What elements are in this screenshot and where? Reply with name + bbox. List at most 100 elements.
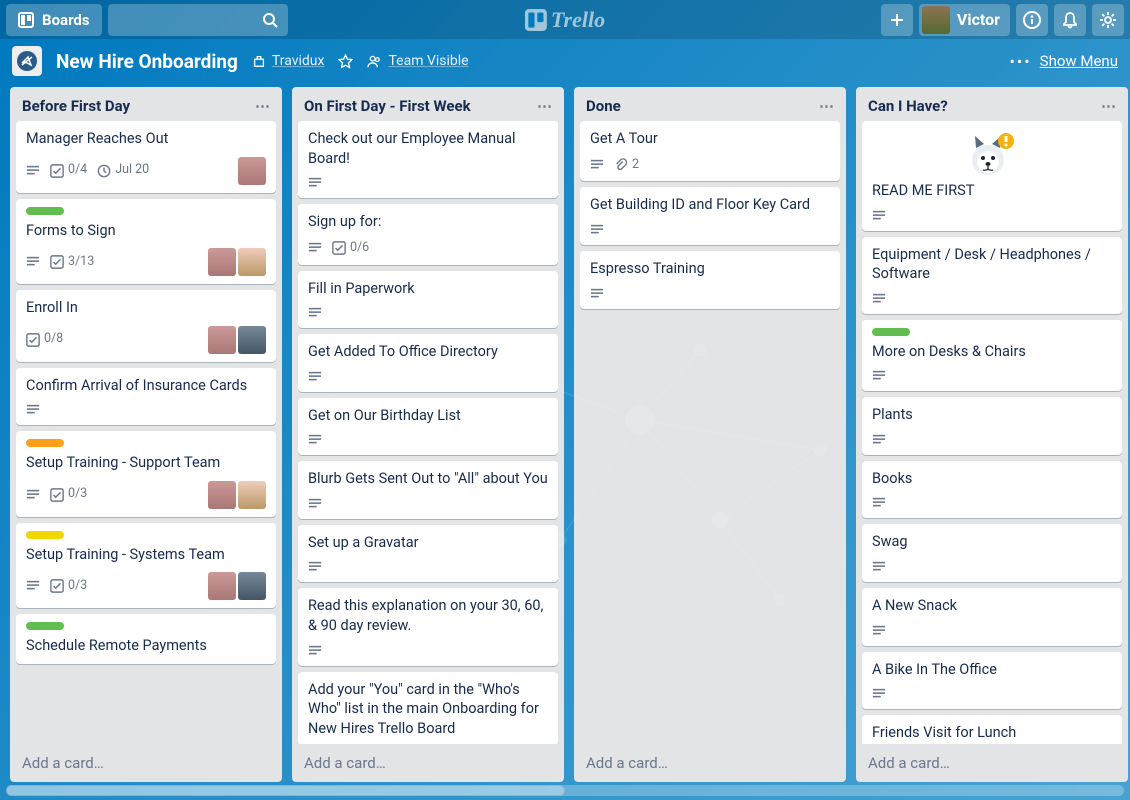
visibility-button[interactable]: Team Visible bbox=[367, 53, 468, 69]
card[interactable]: Set up a Gravatar bbox=[298, 525, 558, 583]
card[interactable]: Read this explanation on your 30, 60, & … bbox=[298, 588, 558, 665]
card-title: Confirm Arrival of Insurance Cards bbox=[26, 376, 266, 396]
card[interactable]: Check out our Employee Manual Board! bbox=[298, 121, 558, 198]
card[interactable]: Swag bbox=[862, 524, 1122, 582]
list-title[interactable]: On First Day - First Week bbox=[304, 97, 471, 115]
show-menu-link[interactable]: Show Menu bbox=[1040, 52, 1118, 70]
card[interactable]: Equipment / Desk / Headphones / Software bbox=[862, 237, 1122, 314]
label-yellow[interactable] bbox=[26, 531, 64, 539]
description-badge bbox=[872, 369, 886, 383]
member-avatar[interactable] bbox=[238, 481, 266, 509]
description-badge bbox=[872, 496, 886, 510]
member-avatar[interactable] bbox=[238, 326, 266, 354]
board-canvas: Before First Day ⋯ Manager Reaches Out0/4J… bbox=[0, 83, 1130, 788]
card[interactable]: Manager Reaches Out0/4Jul 20 bbox=[16, 121, 276, 193]
card[interactable]: Get Added To Office Directory bbox=[298, 334, 558, 392]
search-input[interactable] bbox=[108, 4, 288, 36]
gear-icon bbox=[1099, 11, 1117, 29]
member-avatar[interactable] bbox=[238, 157, 266, 185]
card-title: Schedule Remote Payments bbox=[26, 636, 266, 656]
settings-button[interactable] bbox=[1092, 4, 1124, 36]
user-menu[interactable]: Victor bbox=[919, 4, 1010, 36]
boards-button[interactable]: Boards bbox=[6, 4, 102, 36]
description-badge bbox=[308, 306, 322, 320]
card[interactable]: Confirm Arrival of Insurance Cards bbox=[16, 368, 276, 426]
card[interactable]: Get Building ID and Floor Key Card bbox=[580, 187, 840, 245]
card-title: Books bbox=[872, 469, 1112, 489]
card[interactable]: A Bike In The Office bbox=[862, 652, 1122, 710]
list-title[interactable]: Can I Have? bbox=[868, 97, 948, 115]
list: Can I Have? ⋯ READ ME FIRSTEquipment / Des… bbox=[856, 87, 1128, 782]
card-title: A New Snack bbox=[872, 596, 1112, 616]
card-cover bbox=[872, 129, 1112, 181]
member-avatar[interactable] bbox=[208, 572, 236, 600]
attachment-badge: 2 bbox=[614, 157, 639, 174]
card[interactable]: Fill in Paperwork bbox=[298, 271, 558, 329]
board-title[interactable]: New Hire Onboarding bbox=[56, 50, 238, 73]
card[interactable]: Add your "You" card in the "Who's Who" l… bbox=[298, 672, 558, 745]
list-menu[interactable]: ⋯ bbox=[255, 97, 270, 115]
list-menu[interactable]: ⋯ bbox=[537, 97, 552, 115]
trello-logo[interactable]: Trello bbox=[525, 7, 605, 33]
horizontal-scrollbar[interactable] bbox=[6, 785, 1124, 796]
card[interactable]: Get on Our Birthday List bbox=[298, 398, 558, 456]
notifications-button[interactable] bbox=[1054, 4, 1086, 36]
description-badge bbox=[308, 241, 322, 255]
card[interactable]: Plants bbox=[862, 397, 1122, 455]
member-avatar[interactable] bbox=[208, 481, 236, 509]
list-title[interactable]: Done bbox=[586, 97, 621, 115]
logo-text: Trello bbox=[551, 7, 605, 33]
description-badge bbox=[308, 644, 322, 658]
card[interactable]: Espresso Training bbox=[580, 251, 840, 309]
card[interactable]: Sign up for:0/6 bbox=[298, 204, 558, 264]
card-title: A Bike In The Office bbox=[872, 660, 1112, 680]
boards-label: Boards bbox=[42, 11, 90, 29]
team-link[interactable]: Travidux bbox=[252, 53, 325, 69]
add-button[interactable] bbox=[881, 4, 913, 36]
card[interactable]: More on Desks & Chairs bbox=[862, 320, 1122, 392]
card[interactable]: Schedule Remote Payments bbox=[16, 614, 276, 664]
logo-icon bbox=[525, 9, 547, 31]
card-title: Friends Visit for Lunch bbox=[872, 723, 1112, 743]
card[interactable]: Get A Tour 2 bbox=[580, 121, 840, 181]
people-icon bbox=[367, 54, 382, 69]
list: Before First Day ⋯ Manager Reaches Out0/4J… bbox=[10, 87, 282, 782]
member-avatar[interactable] bbox=[238, 248, 266, 276]
card-title: Get A Tour bbox=[590, 129, 830, 149]
description-badge bbox=[872, 209, 886, 223]
card-title: Enroll In bbox=[26, 298, 266, 318]
info-icon bbox=[1023, 11, 1041, 29]
member-avatar[interactable] bbox=[238, 572, 266, 600]
info-button[interactable] bbox=[1016, 4, 1048, 36]
card[interactable]: Books bbox=[862, 461, 1122, 519]
card[interactable]: READ ME FIRST bbox=[862, 121, 1122, 231]
card[interactable]: A New Snack bbox=[862, 588, 1122, 646]
card-title: Get Added To Office Directory bbox=[308, 342, 548, 362]
description-badge bbox=[872, 560, 886, 574]
card[interactable]: Friends Visit for Lunch bbox=[862, 715, 1122, 744]
add-card-button[interactable]: Add a card… bbox=[292, 744, 564, 782]
list-menu[interactable]: ⋯ bbox=[819, 97, 834, 115]
member-avatar[interactable] bbox=[208, 326, 236, 354]
top-bar: Boards Trello Victor bbox=[0, 0, 1130, 39]
member-avatar[interactable] bbox=[208, 248, 236, 276]
card[interactable]: Setup Training - Support Team0/3 bbox=[16, 431, 276, 517]
list-title[interactable]: Before First Day bbox=[22, 97, 130, 115]
add-card-button[interactable]: Add a card… bbox=[574, 744, 846, 782]
label-green[interactable] bbox=[872, 328, 910, 336]
card[interactable]: Blurb Gets Sent Out to "All" about You bbox=[298, 461, 558, 519]
star-button[interactable] bbox=[338, 54, 353, 69]
description-badge bbox=[872, 433, 886, 447]
list-menu[interactable]: ⋯ bbox=[1101, 97, 1116, 115]
label-green[interactable] bbox=[26, 207, 64, 215]
card-title: Get Building ID and Floor Key Card bbox=[590, 195, 830, 215]
add-card-button[interactable]: Add a card… bbox=[856, 744, 1128, 782]
label-orange[interactable] bbox=[26, 439, 64, 447]
card[interactable]: Setup Training - Systems Team0/3 bbox=[16, 523, 276, 609]
card[interactable]: Enroll In0/8 bbox=[16, 290, 276, 362]
description-badge bbox=[26, 579, 40, 593]
label-green[interactable] bbox=[26, 622, 64, 630]
menu-dots[interactable]: ••• bbox=[1009, 52, 1031, 71]
card[interactable]: Forms to Sign3/13 bbox=[16, 199, 276, 285]
add-card-button[interactable]: Add a card… bbox=[10, 744, 282, 782]
